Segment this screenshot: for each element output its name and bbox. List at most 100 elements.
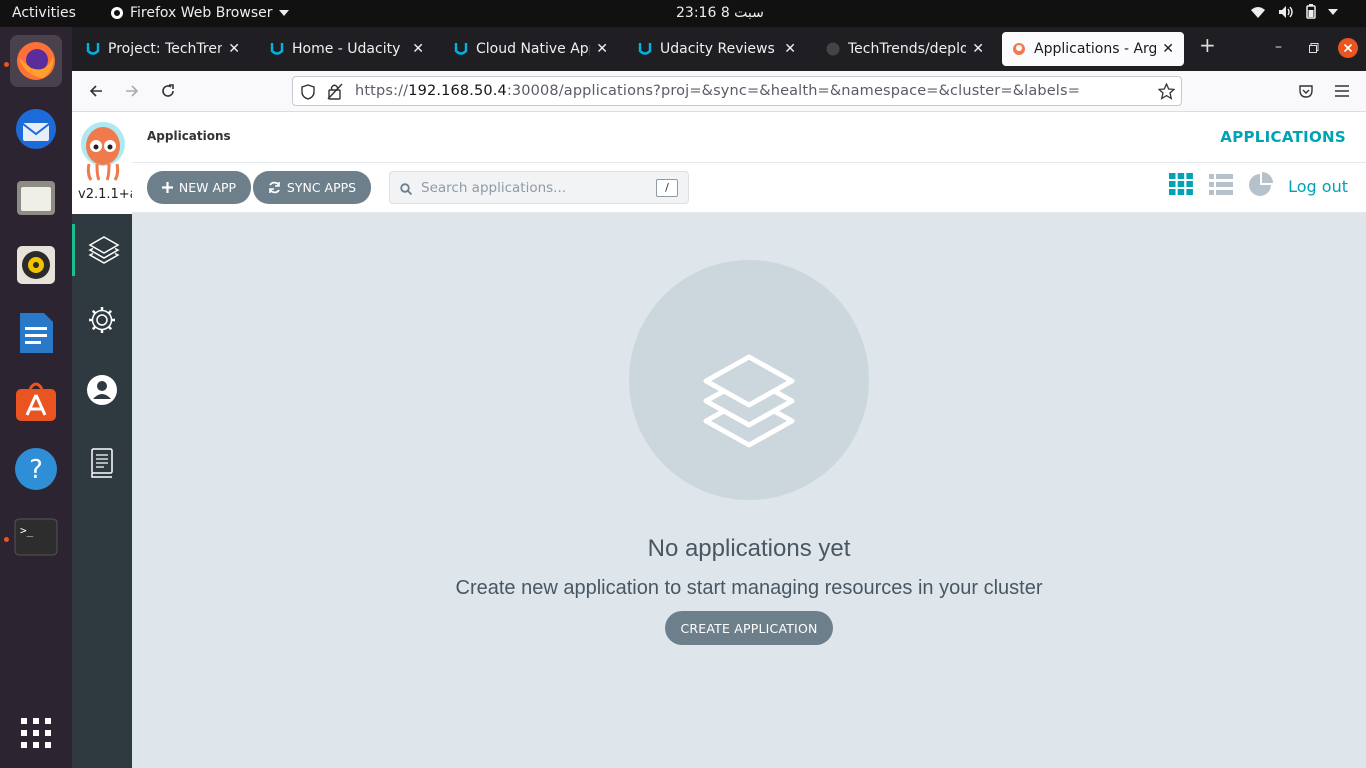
dock-firefox[interactable] [10, 35, 62, 87]
search-placeholder: Search applications... [421, 180, 567, 196]
reload-icon [162, 84, 174, 97]
argo-version: v2.1.1+a [78, 187, 132, 202]
argo-octopus-logo-icon[interactable] [79, 120, 127, 182]
close-icon[interactable]: ✕ [596, 41, 608, 57]
docs-book-icon [91, 448, 113, 478]
search-shortcut-hint: / [656, 179, 678, 197]
argo-sidebar: v2.1.1+a [72, 112, 132, 768]
dock-rhythmbox[interactable] [10, 239, 62, 291]
app-menu-label: Firefox Web Browser [130, 5, 273, 21]
sidebar-item-docs[interactable] [72, 437, 132, 489]
terminal-icon: >_ [14, 518, 58, 556]
sync-apps-button[interactable]: SYNC APPS [253, 171, 371, 204]
activities-button[interactable]: Activities [12, 5, 76, 21]
applications-empty-state: No applications yet Create new applicati… [132, 213, 1366, 768]
arrow-left-icon [89, 85, 102, 97]
github-favicon-icon [826, 42, 840, 56]
system-status-area[interactable] [1250, 4, 1338, 19]
back-button[interactable] [85, 80, 107, 102]
list-view-icon[interactable] [1208, 171, 1234, 197]
insecure-lock-icon[interactable] [327, 83, 343, 100]
running-indicator [4, 537, 9, 542]
tab-techtrends-deploy[interactable]: TechTrends/deploy ✕ [816, 32, 994, 66]
battery-icon [1306, 4, 1316, 19]
clock[interactable]: سبت 8 23:16 [676, 5, 764, 21]
forward-button[interactable] [121, 80, 143, 102]
sync-icon [269, 181, 280, 194]
dock-software[interactable] [10, 375, 62, 427]
reload-button[interactable] [157, 80, 179, 102]
udacity-favicon-icon [86, 43, 100, 55]
pocket-button[interactable] [1295, 80, 1317, 102]
tab-home-udacity[interactable]: Home - Udacity ✕ [260, 32, 434, 66]
layers-icon [87, 236, 120, 264]
system-menu-chevron-icon [1328, 8, 1338, 15]
dock-terminal[interactable]: >_ [10, 511, 62, 563]
new-tab-icon[interactable]: + [1199, 33, 1216, 57]
restore-icon[interactable] [1309, 43, 1319, 53]
summary-pie-view-icon[interactable] [1248, 171, 1274, 197]
argo-favicon-icon [1013, 43, 1025, 55]
dock-help[interactable]: ? [10, 443, 62, 495]
wifi-icon [1251, 6, 1265, 18]
layers-icon [703, 354, 795, 448]
chevron-down-icon [278, 10, 289, 16]
tab-udacity-reviews[interactable]: Udacity Reviews ✕ [628, 32, 806, 66]
app-menu-button[interactable] [1331, 80, 1353, 102]
tiles-view-icon[interactable] [1168, 171, 1194, 197]
close-icon[interactable]: ✕ [228, 41, 240, 57]
argo-logo-area: v2.1.1+a [72, 112, 132, 214]
tab-applications-argo[interactable]: Applications - Argo ✕ [1002, 32, 1184, 66]
dock-writer[interactable] [10, 307, 62, 359]
arrow-right-icon [126, 85, 139, 97]
dock-show-apps[interactable] [10, 707, 62, 759]
argo-toolbar: NEW APP SYNC APPS Search applications...… [132, 163, 1366, 213]
running-indicator [4, 62, 9, 67]
close-icon[interactable]: ✕ [784, 41, 796, 57]
minimize-icon[interactable]: – [1275, 39, 1282, 55]
user-circle-icon [87, 375, 117, 405]
gear-icon [89, 307, 115, 333]
dock-files[interactable] [10, 171, 62, 223]
window-close-icon[interactable] [1338, 38, 1358, 58]
url-bar[interactable]: https://192.168.50.4:30008/applications?… [292, 76, 1182, 106]
bookmark-star-icon[interactable] [1158, 83, 1175, 100]
tab-cloud-native[interactable]: Cloud Native Applic ✕ [444, 32, 618, 66]
create-application-button[interactable]: CREATE APPLICATION [665, 611, 833, 645]
new-app-button[interactable]: NEW APP [147, 171, 251, 204]
thunderbird-icon [16, 109, 56, 149]
page-title: APPLICATIONS [1220, 128, 1346, 146]
rhythmbox-icon [17, 246, 55, 284]
close-icon[interactable]: ✕ [412, 41, 424, 57]
empty-state-illustration [629, 260, 869, 500]
sidebar-item-applications[interactable] [72, 224, 132, 276]
sidebar-item-user-info[interactable] [72, 364, 132, 416]
libreoffice-writer-icon [20, 313, 53, 353]
udacity-favicon-icon [270, 43, 284, 55]
app-menu[interactable]: Firefox Web Browser [110, 5, 289, 21]
browser-nav-bar: https://192.168.50.4:30008/applications?… [72, 71, 1366, 112]
close-icon[interactable]: ✕ [1162, 41, 1174, 57]
system-top-bar: Activities Firefox Web Browser سبت 8 23:… [0, 0, 1366, 27]
show-apps-icon [21, 718, 51, 748]
help-icon: ? [15, 448, 57, 490]
logout-link[interactable]: Log out [1288, 177, 1348, 196]
empty-state-subtitle: Create new application to start managing… [455, 577, 1043, 599]
hamburger-menu-icon [1335, 85, 1349, 97]
shield-icon[interactable] [301, 84, 315, 100]
firefox-small-icon [111, 7, 123, 19]
breadcrumb[interactable]: Applications [147, 129, 231, 143]
dock-thunderbird[interactable] [10, 103, 62, 155]
ubuntu-dock: ? >_ [0, 27, 72, 768]
search-applications-input[interactable]: Search applications... / [389, 171, 689, 204]
sidebar-item-settings[interactable] [72, 294, 132, 346]
browser-tab-strip: Project: TechTrends ✕ Home - Udacity ✕ C… [72, 27, 1366, 71]
close-icon[interactable]: ✕ [972, 41, 984, 57]
empty-state-title: No applications yet [647, 535, 851, 562]
files-icon [17, 181, 55, 215]
tab-project-techtrends[interactable]: Project: TechTrends ✕ [76, 32, 250, 66]
volume-icon [1279, 5, 1293, 18]
url-text: https://192.168.50.4:30008/applications?… [355, 83, 1080, 99]
svg-text:>_: >_ [20, 524, 34, 537]
svg-text:?: ? [29, 455, 43, 485]
